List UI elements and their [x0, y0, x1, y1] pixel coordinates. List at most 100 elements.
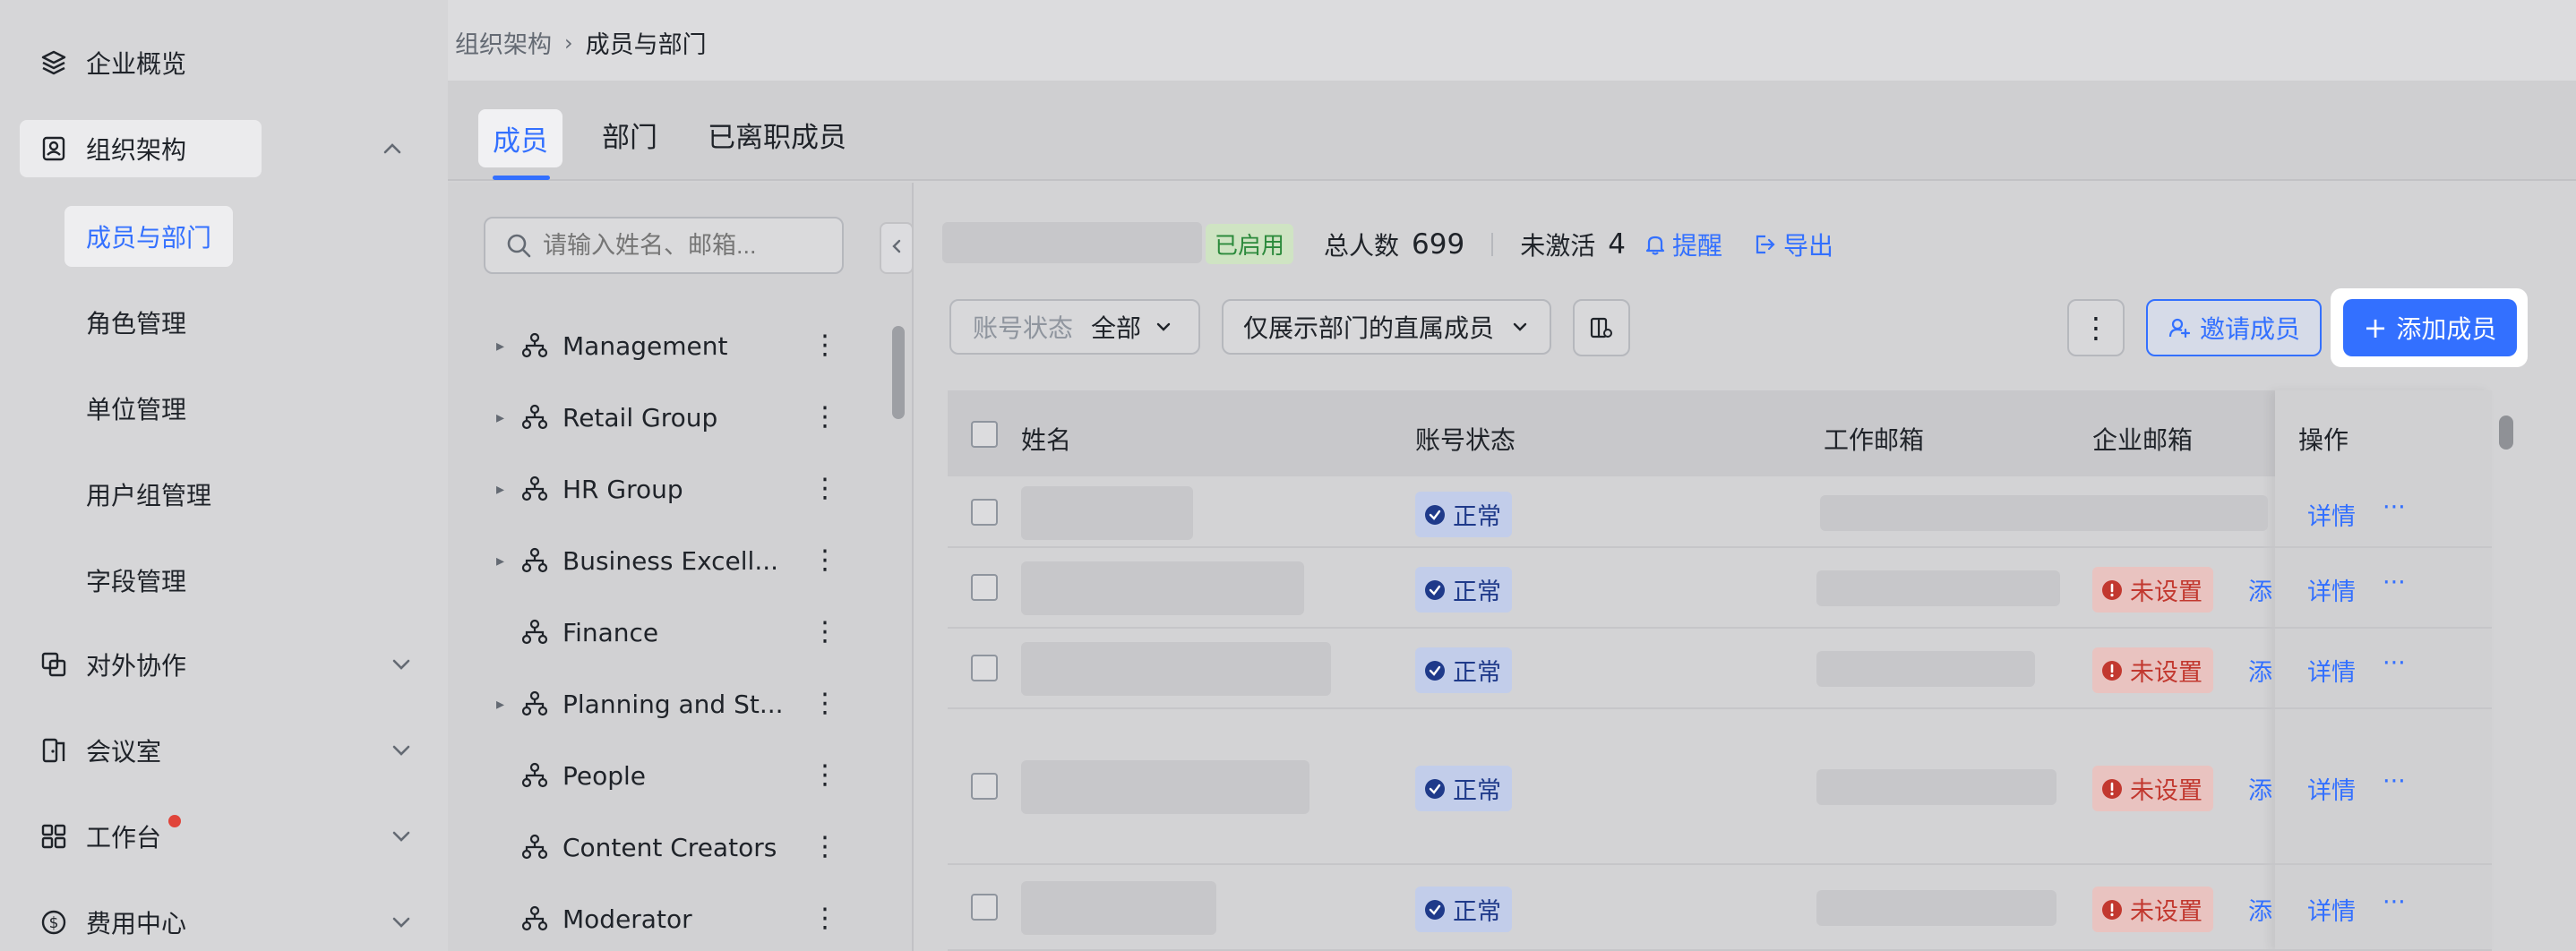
table-scrollbar[interactable]: [2499, 416, 2513, 450]
add-enterprise-email-link[interactable]: 添: [2248, 892, 2272, 927]
chevron-down-icon: [389, 824, 414, 849]
scope-select[interactable]: 仅展示部门的直属成员: [1222, 299, 1551, 355]
detail-link[interactable]: 详情: [2307, 497, 2356, 532]
nav-item-workbench[interactable]: 工作台: [20, 808, 430, 865]
work-email-redacted: [1816, 651, 2035, 687]
more-vertical-icon[interactable]: ⋮: [811, 905, 838, 932]
add-enterprise-email-link[interactable]: 添: [2248, 653, 2272, 688]
sub-item-user-groups[interactable]: 用户组管理: [86, 476, 211, 512]
export-link[interactable]: 导出: [1753, 227, 1833, 262]
member-name-redacted: [1021, 642, 1331, 696]
add-member-label: 添加成员: [2396, 314, 2497, 344]
sub-item-members-departments[interactable]: 成员与部门: [64, 206, 234, 267]
nav-item-org[interactable]: 组织架构: [20, 120, 262, 177]
more-vertical-icon[interactable]: ⋮: [811, 762, 838, 789]
org-chart-icon: [519, 330, 550, 361]
column-header-enterprise-email[interactable]: 企业邮箱: [2092, 421, 2193, 457]
more-vertical-icon[interactable]: ⋮: [811, 834, 838, 861]
column-header-work-email[interactable]: 工作邮箱: [1824, 421, 1924, 457]
enterprise-email-status: 未设置: [2130, 659, 2202, 687]
nav-item-label: 工作台: [86, 823, 162, 852]
member-name-redacted: [1021, 881, 1216, 935]
caret-right-icon[interactable]: ▸: [496, 480, 519, 499]
status-badge-normal: 正常: [1415, 647, 1512, 693]
select-all-checkbox[interactable]: [971, 421, 998, 448]
enterprise-email-status: 未设置: [2130, 777, 2202, 805]
breadcrumb-parent[interactable]: 组织架构: [455, 25, 552, 60]
sub-item-fields[interactable]: 字段管理: [86, 562, 186, 598]
row-checkbox[interactable]: [971, 773, 998, 800]
sub-item-units[interactable]: 单位管理: [86, 390, 186, 426]
tree-node[interactable]: People ⋮: [496, 749, 838, 802]
more-vertical-icon[interactable]: ⋮: [811, 476, 838, 502]
caret-right-icon[interactable]: ▸: [496, 695, 519, 714]
tab-resigned-members[interactable]: 已离职成员: [708, 115, 846, 155]
tree-scrollbar[interactable]: [892, 326, 905, 419]
row-checkbox[interactable]: [971, 655, 998, 681]
more-horizontal-icon[interactable]: ···: [2383, 888, 2406, 916]
search-input[interactable]: [543, 231, 811, 260]
table-header: [948, 390, 2492, 476]
row-checkbox[interactable]: [971, 894, 998, 921]
column-header-operations: 操作: [2298, 425, 2349, 455]
add-enterprise-email-link[interactable]: 添: [2248, 771, 2272, 806]
tree-node[interactable]: ▸ HR Group ⋮: [496, 462, 838, 516]
invite-member-label: 邀请成员: [2199, 314, 2300, 344]
chevron-up-icon[interactable]: [380, 136, 405, 165]
tab-members[interactable]: 成员: [478, 109, 562, 167]
caret-right-icon[interactable]: ▸: [496, 337, 519, 356]
tab-departments[interactable]: 部门: [602, 115, 657, 155]
detail-link[interactable]: 详情: [2307, 771, 2356, 806]
org-chart-icon: [519, 760, 550, 791]
column-header-account-status[interactable]: 账号状态: [1415, 421, 1516, 457]
more-horizontal-icon[interactable]: ···: [2383, 493, 2406, 521]
detail-link[interactable]: 详情: [2307, 892, 2356, 927]
invite-member-button[interactable]: 邀请成员: [2146, 299, 2322, 356]
nav-item-overview[interactable]: 企业概览: [20, 34, 430, 91]
more-vertical-icon[interactable]: ⋮: [811, 404, 838, 431]
more-actions-button[interactable]: ⋮: [2067, 299, 2125, 356]
detail-link[interactable]: 详情: [2307, 572, 2356, 607]
more-vertical-icon[interactable]: ⋮: [811, 332, 838, 359]
nav-item-meeting-room[interactable]: 会议室: [20, 722, 430, 779]
tree-node[interactable]: Content Creators ⋮: [496, 820, 838, 874]
more-horizontal-icon[interactable]: ···: [2383, 767, 2406, 795]
more-vertical-icon[interactable]: ⋮: [811, 690, 838, 717]
status-badge-normal: 正常: [1415, 567, 1512, 613]
plus-icon: +: [2363, 311, 2388, 345]
more-vertical-icon[interactable]: ⋮: [811, 619, 838, 646]
row-checkbox[interactable]: [971, 499, 998, 526]
caret-right-icon[interactable]: ▸: [496, 552, 519, 570]
nav-item-billing[interactable]: $ 费用中心: [20, 894, 430, 951]
tree-node[interactable]: Moderator ⋮: [496, 892, 838, 946]
add-member-button[interactable]: + 添加成员: [2343, 299, 2517, 356]
tree-node[interactable]: Finance ⋮: [496, 605, 838, 659]
sub-item-roles[interactable]: 角色管理: [86, 304, 186, 340]
column-header-name[interactable]: 姓名: [1021, 421, 1071, 457]
row-checkbox[interactable]: [971, 574, 998, 601]
collapse-tree-button[interactable]: [880, 222, 914, 274]
column-settings-button[interactable]: [1573, 299, 1630, 356]
more-horizontal-icon[interactable]: ···: [2383, 649, 2406, 677]
tree-node[interactable]: ▸ Management ⋮: [496, 319, 838, 373]
nav-item-external-collab[interactable]: 对外协作: [20, 636, 430, 693]
more-horizontal-icon[interactable]: ···: [2383, 569, 2406, 596]
account-status-select[interactable]: 账号状态 全部: [949, 299, 1200, 355]
tree-node[interactable]: ▸ Retail Group ⋮: [496, 390, 838, 444]
status-badge-normal: 正常: [1415, 766, 1512, 811]
tree-node[interactable]: ▸ Planning and St... ⋮: [496, 677, 838, 731]
more-vertical-icon[interactable]: ⋮: [811, 547, 838, 574]
add-enterprise-email-link[interactable]: 添: [2248, 572, 2272, 607]
tree-node-label: Finance: [562, 617, 659, 647]
tree-node-label: Business Excell...: [562, 545, 779, 576]
org-chart-icon: [519, 402, 550, 433]
detail-link[interactable]: 详情: [2307, 653, 2356, 688]
org-chart-icon: [519, 904, 550, 934]
dollar-icon: $: [36, 904, 72, 940]
remind-link[interactable]: 提醒: [1644, 227, 1722, 262]
bell-icon: [1644, 233, 1667, 256]
tree-node-label: Planning and St...: [562, 689, 784, 719]
tree-node[interactable]: ▸ Business Excell... ⋮: [496, 534, 838, 587]
search-field[interactable]: [484, 217, 844, 274]
caret-right-icon[interactable]: ▸: [496, 408, 519, 427]
